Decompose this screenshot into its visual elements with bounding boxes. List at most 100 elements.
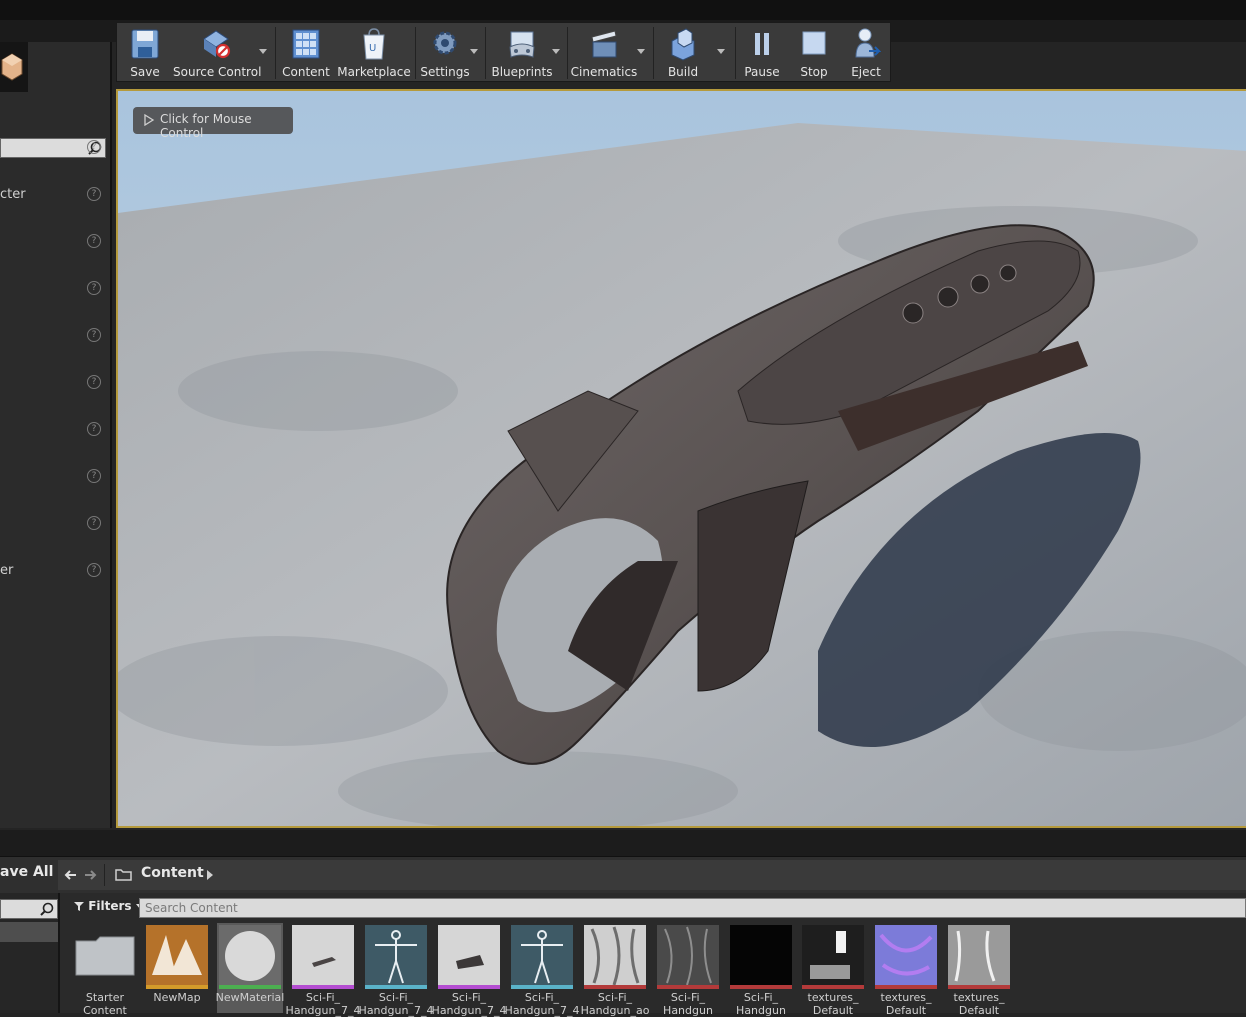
help-icon[interactable]: ? bbox=[87, 469, 101, 483]
asset-name-line2: Handgun bbox=[736, 1004, 786, 1017]
search-icon bbox=[40, 902, 54, 916]
asset-name: textures_ bbox=[880, 991, 932, 1004]
filters-button[interactable]: Filters bbox=[74, 899, 144, 913]
breadcrumb-content[interactable]: Content bbox=[141, 865, 204, 881]
content-icon bbox=[292, 29, 320, 59]
modes-list-item[interactable]: ? bbox=[0, 514, 110, 534]
help-icon[interactable]: ? bbox=[87, 281, 101, 295]
build-icon bbox=[671, 28, 695, 61]
content-browser-nav bbox=[58, 860, 1246, 890]
blueprints-button[interactable]: Blueprints bbox=[489, 23, 555, 81]
asset-name: textures_ bbox=[953, 991, 1005, 1004]
asset-thumbnail bbox=[292, 925, 354, 987]
save-all-button[interactable]: ave All bbox=[0, 864, 53, 880]
asset-thumbnail bbox=[219, 925, 281, 987]
marketplace-button[interactable]: U Marketplace bbox=[335, 23, 413, 81]
modes-list-item[interactable]: ? bbox=[0, 138, 110, 158]
stop-label: Stop bbox=[800, 65, 828, 79]
breadcrumb-arrow-icon[interactable] bbox=[206, 869, 214, 881]
cursor-icon bbox=[144, 114, 155, 126]
asset-name: Sci-Fi_ bbox=[305, 991, 341, 1004]
eject-icon bbox=[855, 28, 881, 58]
help-icon[interactable]: ? bbox=[87, 328, 101, 342]
asset-type-bar bbox=[802, 985, 864, 989]
sources-selected-folder[interactable] bbox=[0, 922, 58, 942]
asset-name-line2: Handgun_7_4 bbox=[358, 1004, 434, 1017]
marketplace-label: Marketplace bbox=[337, 65, 411, 79]
panel-separator bbox=[0, 830, 1246, 856]
mouse-control-button[interactable]: Click for Mouse Control bbox=[133, 107, 293, 140]
settings-icon bbox=[433, 31, 457, 55]
source-control-dropdown-arrow[interactable] bbox=[259, 49, 267, 54]
svg-text:U: U bbox=[369, 43, 376, 54]
save-button[interactable]: Save bbox=[117, 23, 173, 81]
help-icon[interactable]: ? bbox=[87, 375, 101, 389]
help-icon[interactable]: ? bbox=[87, 187, 101, 201]
blueprints-label: Blueprints bbox=[491, 65, 553, 79]
asset-thumbnail bbox=[75, 936, 135, 976]
help-icon[interactable]: ? bbox=[87, 234, 101, 248]
search-content-input[interactable]: Search Content bbox=[139, 898, 1246, 918]
asset-name-line2: Default bbox=[812, 1004, 854, 1017]
content-button[interactable]: Content bbox=[279, 23, 333, 81]
help-icon[interactable]: ? bbox=[87, 422, 101, 436]
asset-tile[interactable]: NewMaterial bbox=[216, 923, 284, 1013]
modes-list-item[interactable]: ? bbox=[0, 420, 110, 440]
modes-panel: ? cter???????? er? bbox=[0, 42, 112, 828]
pause-button[interactable]: Pause bbox=[739, 23, 785, 81]
marketplace-icon: U bbox=[363, 28, 385, 60]
build-button[interactable]: Build bbox=[655, 23, 711, 81]
place-mode-tab[interactable] bbox=[0, 42, 28, 92]
help-icon[interactable]: ? bbox=[87, 516, 101, 530]
build-dropdown-arrow[interactable] bbox=[717, 49, 725, 54]
asset-name-line2: Handgun_ao bbox=[580, 1004, 650, 1017]
source-control-button[interactable]: Source Control bbox=[173, 23, 262, 81]
forward-arrow-icon[interactable] bbox=[83, 868, 97, 882]
asset-type-bar bbox=[730, 985, 792, 989]
filters-label: Filters bbox=[88, 899, 132, 913]
asset-type-bar bbox=[438, 985, 500, 989]
blueprints-icon bbox=[509, 31, 535, 58]
modes-list-item[interactable]: cter? bbox=[0, 185, 110, 205]
asset-name-line2: Content bbox=[83, 1004, 127, 1017]
modes-list-item[interactable]: ? bbox=[0, 467, 110, 487]
level-viewport[interactable]: Click for Mouse Control bbox=[116, 89, 1246, 828]
place-mode-icon bbox=[1, 53, 23, 81]
asset-name-line2: Default bbox=[885, 1004, 927, 1017]
stop-button[interactable]: Stop bbox=[789, 23, 839, 81]
help-icon[interactable]: ? bbox=[87, 563, 101, 577]
settings-dropdown-arrow[interactable] bbox=[470, 49, 478, 54]
main-toolbar: Save Source Control Content U Marketplac… bbox=[116, 22, 891, 82]
modes-list-item[interactable]: ? bbox=[0, 279, 110, 299]
asset-type-bar bbox=[875, 985, 937, 989]
source-control-icon bbox=[203, 30, 231, 59]
help-icon[interactable]: ? bbox=[87, 140, 101, 154]
asset-name: Sci-Fi_ bbox=[670, 991, 706, 1004]
asset-thumbnail bbox=[948, 925, 1010, 987]
cinematics-label: Cinematics bbox=[570, 65, 638, 79]
blueprints-dropdown-arrow[interactable] bbox=[552, 49, 560, 54]
viewport-scene bbox=[118, 91, 1246, 826]
cinematics-dropdown-arrow[interactable] bbox=[637, 49, 645, 54]
modes-list-item[interactable]: er? bbox=[0, 561, 110, 581]
cinematics-button[interactable]: Cinematics bbox=[569, 23, 639, 81]
asset-thumbnail bbox=[875, 925, 937, 987]
modes-list-item[interactable]: ? bbox=[0, 373, 110, 393]
pause-label: Pause bbox=[744, 65, 780, 79]
settings-button[interactable]: Settings bbox=[417, 23, 473, 81]
window-title-bar bbox=[0, 0, 1246, 20]
eject-button[interactable]: Eject bbox=[841, 23, 891, 81]
save-label: Save bbox=[130, 65, 160, 79]
cinematics-icon bbox=[591, 30, 617, 58]
mouse-control-label: Click for Mouse Control bbox=[160, 112, 252, 140]
asset-type-bar bbox=[584, 985, 646, 989]
asset-type-bar bbox=[657, 985, 719, 989]
modes-list-item[interactable]: ? bbox=[0, 326, 110, 346]
modes-list-item[interactable]: ? bbox=[0, 232, 110, 252]
asset-name-line2: Default bbox=[958, 1004, 1000, 1017]
back-arrow-icon[interactable] bbox=[64, 868, 78, 882]
sources-search-input[interactable] bbox=[0, 899, 58, 919]
asset-thumbnail bbox=[657, 925, 719, 987]
source-control-label: Source Control bbox=[173, 65, 262, 79]
save-icon bbox=[131, 29, 159, 59]
